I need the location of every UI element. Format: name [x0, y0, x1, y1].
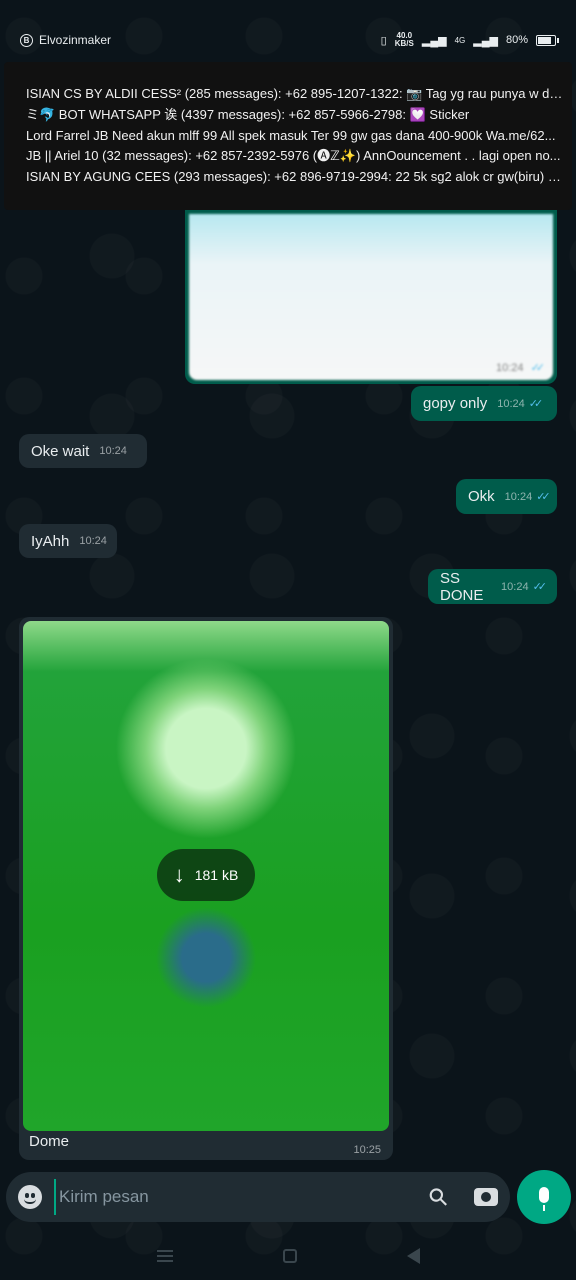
- image-thumbnail[interactable]: ↓ 181 kB: [23, 621, 389, 1131]
- image-thumbnail[interactable]: 10:24 ✓✓: [189, 214, 553, 380]
- carrier-name: Elvozinmaker: [39, 33, 112, 47]
- message-text: SS DONE: [440, 569, 484, 604]
- carrier-badge: B: [20, 33, 33, 47]
- outgoing-message[interactable]: gopy only 10:24 ✓✓: [411, 386, 557, 421]
- system-navbar: [0, 1232, 576, 1280]
- incoming-message[interactable]: IyAhh 10:24: [19, 524, 117, 558]
- battery-percent: 80%: [505, 34, 528, 46]
- file-size: 181 kB: [194, 867, 239, 883]
- read-ticks-icon: ✓✓: [536, 491, 551, 503]
- battery-fill: [538, 36, 551, 44]
- incoming-image-message[interactable]: ↓ 181 kB Dome 10:25: [19, 617, 393, 1160]
- emoji-mouth: [24, 1199, 36, 1204]
- status-left: B Elvozinmaker: [20, 33, 111, 47]
- notification-line[interactable]: ISIAN CS BY ALDII CESS² (285 messages): …: [26, 84, 564, 105]
- notification-line[interactable]: ISIAN BY AGUNG CEES (293 messages): +62 …: [26, 167, 564, 188]
- notification-line[interactable]: JB || Ariel 10 (32 messages): +62 857-23…: [26, 146, 564, 167]
- incoming-message[interactable]: Oke wait 10:24: [19, 434, 147, 468]
- message-text: Okk: [468, 488, 495, 505]
- back-icon[interactable]: [406, 1248, 420, 1264]
- status-bar: B Elvozinmaker ▯ 40.0 KB/S ▂▄▆ 4G ▂▄▆ 80…: [0, 22, 576, 58]
- notification-line[interactable]: ミ🐬 BOT WHATSAPP 诶 (4397 messages): +62 8…: [26, 105, 564, 126]
- network-type: 4G: [454, 35, 466, 45]
- message-text: gopy only: [423, 395, 488, 412]
- message-composer: ⚲: [6, 1172, 510, 1222]
- recent-apps-icon[interactable]: [156, 1250, 173, 1262]
- home-icon[interactable]: [282, 1249, 297, 1263]
- mic-icon: [539, 1187, 549, 1211]
- mic-button[interactable]: [517, 1170, 571, 1224]
- message-time: 10:24: [504, 490, 533, 503]
- outgoing-message[interactable]: Okk 10:24 ✓✓: [456, 479, 557, 514]
- status-right: ▯ 40.0 KB/S ▂▄▆ 4G ▂▄▆ 80%: [380, 32, 559, 48]
- image-caption: Dome: [29, 1133, 70, 1150]
- netspeed-unit: KB/S: [394, 39, 414, 48]
- message-time: 10:24: [501, 580, 529, 593]
- message-time: 10:24: [497, 397, 525, 410]
- notification-line[interactable]: Lord Farrel JB Need akun mlff 99 All spe…: [26, 126, 564, 147]
- message-input[interactable]: [54, 1179, 421, 1215]
- signal-icon-2: ▂▄▆: [473, 34, 498, 47]
- battery-icon: [536, 34, 559, 46]
- netspeed: 40.0 KB/S: [395, 32, 414, 48]
- download-button[interactable]: ↓ 181 kB: [157, 849, 255, 901]
- camera-icon[interactable]: [474, 1188, 498, 1206]
- emoji-icon[interactable]: [18, 1185, 42, 1209]
- message-time: 10:24: [79, 535, 107, 547]
- attach-icon[interactable]: ⚲: [423, 1181, 456, 1214]
- read-ticks-icon: ✓✓: [530, 362, 546, 374]
- signal-icon: ▂▄▆: [421, 34, 447, 47]
- outgoing-message[interactable]: SS DONE 10:24 ✓✓: [428, 569, 557, 604]
- read-ticks-icon: ✓✓: [532, 581, 548, 593]
- download-icon: ↓: [173, 862, 185, 887]
- message-time-row: 10:24 ✓✓: [495, 361, 546, 374]
- outgoing-image-message[interactable]: 10:24 ✓✓: [185, 210, 557, 384]
- notification-panel[interactable]: ISIAN CS BY ALDII CESS² (285 messages): …: [4, 62, 572, 210]
- message-text: Oke wait: [31, 442, 90, 460]
- message-time: 10:24: [495, 362, 524, 374]
- message-time: 10:24: [99, 445, 127, 457]
- message-time: 10:25: [353, 1144, 381, 1156]
- read-ticks-icon: ✓✓: [528, 398, 544, 410]
- message-text: IyAhh: [31, 532, 70, 550]
- vibrate-icon: ▯: [380, 34, 387, 47]
